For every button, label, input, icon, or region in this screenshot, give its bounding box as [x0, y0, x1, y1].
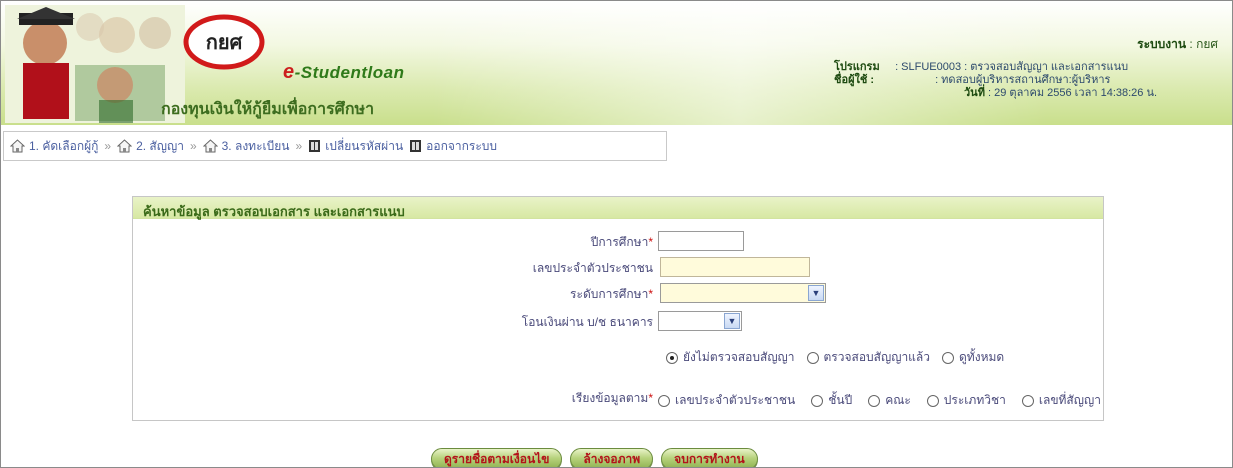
menu-separator: » — [104, 139, 112, 153]
status-option-unchecked[interactable]: ยังไม่ตรวจสอบสัญญา — [666, 348, 795, 367]
year-row: ปีการศึกษา* — [133, 230, 1103, 254]
action-buttons: ดูรายชื่อตามเงื่อนไข ล้างจอภาพ จบการทำงา… — [431, 448, 758, 467]
students-photo — [5, 5, 185, 123]
citizen-label: เลขประจำตัวประชาชน — [532, 260, 653, 275]
menu-label: 1. คัดเลือกผู้กู้ — [29, 138, 99, 153]
education-level-select[interactable]: ▼ — [660, 283, 826, 303]
svg-text:กยศ: กยศ — [206, 30, 244, 54]
status-option-checked[interactable]: ตรวจสอบสัญญาแล้ว — [806, 348, 930, 367]
level-label: ระดับการศึกษา* — [570, 286, 653, 301]
home-icon — [117, 139, 133, 153]
level-row: ระดับการศึกษา* ▼ — [133, 282, 1103, 306]
system-value: : กยศ — [1189, 37, 1218, 51]
menu-separator: » — [295, 139, 303, 153]
date-label: วันที่ — [964, 87, 985, 99]
clear-button[interactable]: ล้างจอภาพ — [570, 448, 654, 467]
bank-label: โอนเงินผ่าน บ/ช ธนาคาร — [521, 314, 653, 329]
brand-thai-name: กองทุนเงินให้กู้ยืมเพื่อการศึกษา — [161, 99, 375, 118]
door-icon — [309, 140, 321, 152]
sort-radio-group: เลขประจำตัวประชาชน ชั้นปี คณะ ประเภทวิชา… — [658, 391, 1113, 410]
bank-row: โอนเงินผ่าน บ/ช ธนาคาร ▼ — [133, 310, 1103, 334]
year-input[interactable] — [658, 231, 744, 251]
sort-label: เรียงข้อมูลตาม* — [571, 390, 653, 405]
year-label: ปีการศึกษา* — [590, 234, 653, 249]
home-icon — [10, 139, 25, 153]
menu-item-register[interactable]: 3. ลงทะเบียน — [202, 137, 290, 156]
chevron-down-icon: ▼ — [724, 313, 740, 329]
bank-select[interactable]: ▼ — [658, 311, 742, 331]
status-radio-group: ยังไม่ตรวจสอบสัญญา ตรวจสอบสัญญาแล้ว ดูทั… — [666, 348, 1016, 367]
date-value: : 29 ตุลาคม 2556 เวลา 14:38:26 น. — [988, 87, 1158, 99]
menu-item-contract[interactable]: 2. สัญญา — [117, 137, 184, 156]
menu-label: เปลี่ยนรหัสผ่าน — [325, 138, 404, 153]
sort-option-subject-type[interactable]: ประเภทวิชา — [926, 391, 1006, 410]
form-title: ค้นหาข้อมูล ตรวจสอบเอกสาร และเอกสารแนบ — [133, 197, 1103, 219]
sort-option-year[interactable]: ชั้นปี — [811, 391, 852, 410]
system-indicator: ระบบงาน : กยศ — [1137, 35, 1218, 54]
search-button[interactable]: ดูรายชื่อตามเงื่อนไข — [431, 448, 563, 467]
sort-option-contract-no[interactable]: เลขที่สัญญา — [1021, 391, 1101, 410]
brand-prefix: e — [283, 61, 295, 83]
citizen-row: เลขประจำตัวประชาชน — [133, 256, 1103, 280]
citizen-id-input[interactable] — [660, 257, 810, 277]
sort-option-faculty[interactable]: คณะ — [868, 391, 911, 410]
search-form: ค้นหาข้อมูล ตรวจสอบเอกสาร และเอกสารแนบ ป… — [132, 196, 1104, 421]
brand-name: -Studentloan — [294, 63, 405, 82]
radio-selected — [666, 351, 678, 364]
brand-wordmark: e-Studentloan — [283, 61, 405, 84]
door-icon — [410, 140, 422, 152]
menu-label: 2. สัญญา — [136, 138, 184, 153]
system-label: ระบบงาน — [1137, 37, 1187, 51]
menu-item-change-password[interactable]: เปลี่ยนรหัสผ่าน — [308, 137, 403, 156]
program-value: : SLFUE0003 : ตรวจสอบสัญญา และเอกสารแนบ — [895, 61, 1129, 73]
loan-fund-logo: กยศ — [183, 14, 265, 70]
exit-button[interactable]: จบการทำงาน — [661, 448, 758, 467]
main-menu: 1. คัดเลือกผู้กู้ » 2. สัญญา » 3. ลงทะเบ… — [3, 131, 667, 161]
radio — [806, 351, 819, 364]
sort-row: เรียงข้อมูลตาม* เลขประจำตัวประชาชน ชั้นป… — [133, 386, 1103, 410]
user-label: ชื่อผู้ใช้ : — [834, 74, 875, 86]
app-window: กยศ e-Studentloan กองทุนเงินให้กู้ยืมเพื… — [0, 0, 1233, 468]
status-option-all[interactable]: ดูทั้งหมด — [942, 348, 1004, 367]
menu-label: 3. ลงทะเบียน — [221, 138, 290, 153]
menu-label: ออกจากระบบ — [426, 138, 497, 153]
page-header: กยศ e-Studentloan กองทุนเงินให้กู้ยืมเพื… — [1, 1, 1232, 125]
user-value: : ทดสอบผู้บริหารสถานศึกษา:ผู้บริหาร — [935, 74, 1111, 86]
menu-item-select-borrower[interactable]: 1. คัดเลือกผู้กู้ — [10, 137, 98, 156]
home-icon — [202, 139, 218, 153]
radio — [942, 351, 955, 364]
session-info: โปรแกรม : SLFUE0003 : ตรวจสอบสัญญา และเอ… — [834, 61, 1157, 100]
chevron-down-icon: ▼ — [808, 285, 824, 301]
menu-separator: » — [189, 139, 197, 153]
program-label: โปรแกรม — [834, 61, 880, 73]
sort-option-citizen-id[interactable]: เลขประจำตัวประชาชน — [658, 391, 795, 410]
menu-item-logout[interactable]: ออกจากระบบ — [409, 137, 497, 156]
